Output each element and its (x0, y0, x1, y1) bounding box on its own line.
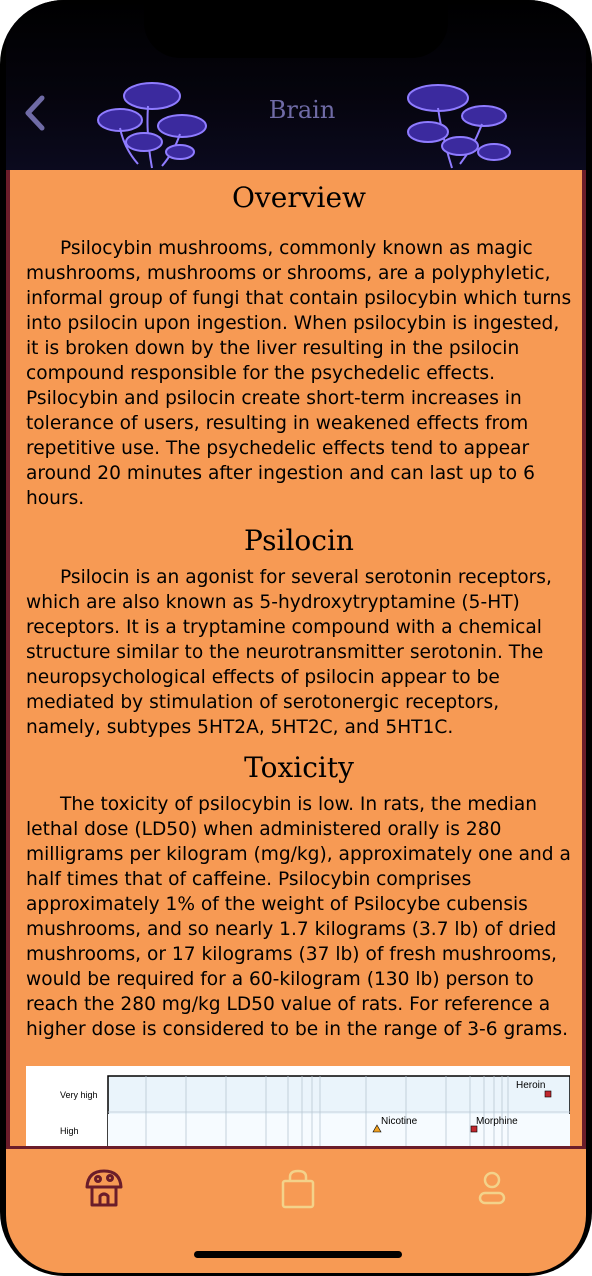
overview-text: Psilocybin mushrooms, commonly known as … (26, 238, 572, 509)
toxicity-section: Toxicity The toxicity of psilocybin is l… (26, 752, 572, 1042)
overview-section: Overview Psilocybin mushrooms, commonly … (26, 182, 572, 511)
mushroom-icon (407, 84, 511, 169)
point-marker-heroin (544, 1090, 552, 1098)
y-label-high: High (60, 1126, 79, 1136)
overview-heading: Overview (231, 181, 367, 214)
y-label-very-high: Very high (60, 1090, 98, 1100)
device-notch (144, 0, 448, 58)
psilocin-heading: Psilocin (244, 524, 354, 557)
toxicity-chart-image: Very high High Heroin Nicotine Morphine (26, 1066, 570, 1146)
phone-frame: Brain Overview Psilocybin mushrooms, com… (0, 0, 592, 1276)
toxicity-text: The toxicity of psilocybin is low. In ra… (26, 794, 571, 1040)
point-label-morphine: Morphine (476, 1116, 518, 1127)
tab-home[interactable] (82, 1167, 126, 1211)
content-scroll[interactable]: Overview Psilocybin mushrooms, commonly … (6, 170, 586, 1146)
point-label-heroin: Heroin (516, 1080, 545, 1091)
toxicity-heading: Toxicity (244, 751, 354, 784)
point-label-nicotine: Nicotine (381, 1116, 418, 1127)
point-marker-morphine (470, 1125, 478, 1133)
tab-profile[interactable] (470, 1167, 514, 1211)
psilocin-section: Psilocin Psilocin is an agonist for seve… (26, 525, 572, 740)
home-indicator[interactable] (194, 1251, 402, 1258)
psilocin-text: Psilocin is an agonist for several serot… (26, 567, 552, 738)
tab-shop[interactable] (276, 1167, 320, 1211)
article: Overview Psilocybin mushrooms, commonly … (26, 170, 572, 1042)
